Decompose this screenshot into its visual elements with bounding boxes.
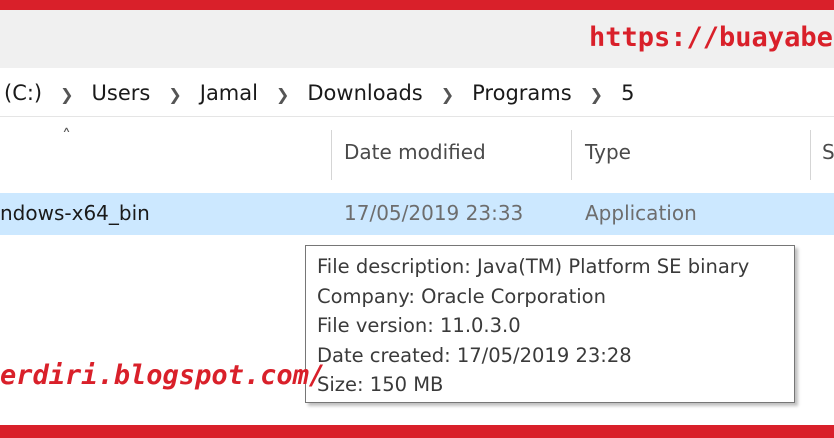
column-divider[interactable]	[571, 130, 572, 180]
column-header-type[interactable]: Type	[585, 140, 631, 164]
breadcrumb-downloads[interactable]: Downloads	[303, 81, 426, 105]
breadcrumb-jamal[interactable]: Jamal	[196, 81, 262, 105]
tooltip-company: Company: Oracle Corporation	[317, 284, 606, 308]
watermark-url-bottom: erdiri.blogspot.com/	[0, 360, 326, 391]
address-bar-breadcrumb[interactable]: (C:) ❯ Users ❯ Jamal ❯ Downloads ❯ Progr…	[0, 76, 638, 110]
watermark-url-top: https://buayaberd	[589, 22, 834, 53]
file-type-cell: Application	[585, 201, 697, 225]
bottom-red-border	[0, 425, 834, 438]
chevron-right-icon[interactable]: ❯	[427, 85, 468, 104]
tooltip-size: Size: 150 MB	[317, 373, 444, 396]
sort-ascending-icon[interactable]: ˄	[62, 126, 71, 147]
address-bar-divider	[0, 116, 834, 117]
breadcrumb-folder-5[interactable]: 5	[617, 81, 638, 105]
column-header-size[interactable]: S	[822, 140, 834, 164]
file-date-cell: 17/05/2019 23:33	[344, 201, 524, 225]
breadcrumb-users[interactable]: Users	[88, 81, 155, 105]
breadcrumb-drive[interactable]: (C:)	[0, 81, 46, 105]
chevron-right-icon[interactable]: ❯	[46, 85, 87, 104]
top-red-border	[0, 0, 834, 10]
chevron-right-icon[interactable]: ❯	[154, 85, 195, 104]
chevron-right-icon[interactable]: ❯	[576, 85, 617, 104]
tooltip-file-version: File version: 11.0.3.0	[317, 314, 521, 337]
column-divider[interactable]	[810, 130, 811, 180]
tooltip-date-created: Date created: 17/05/2019 23:28	[317, 343, 632, 367]
column-divider[interactable]	[331, 130, 332, 180]
tooltip-file-description: File description: Java(TM) Platform SE b…	[317, 255, 750, 278]
chevron-right-icon[interactable]: ❯	[262, 85, 303, 104]
breadcrumb-programs[interactable]: Programs	[468, 81, 576, 105]
file-name-cell[interactable]: ndows-x64_bin	[0, 201, 150, 225]
file-info-tooltip: File description: Java(TM) Platform SE b…	[305, 245, 795, 403]
column-header-date-modified[interactable]: Date modified	[344, 140, 486, 164]
